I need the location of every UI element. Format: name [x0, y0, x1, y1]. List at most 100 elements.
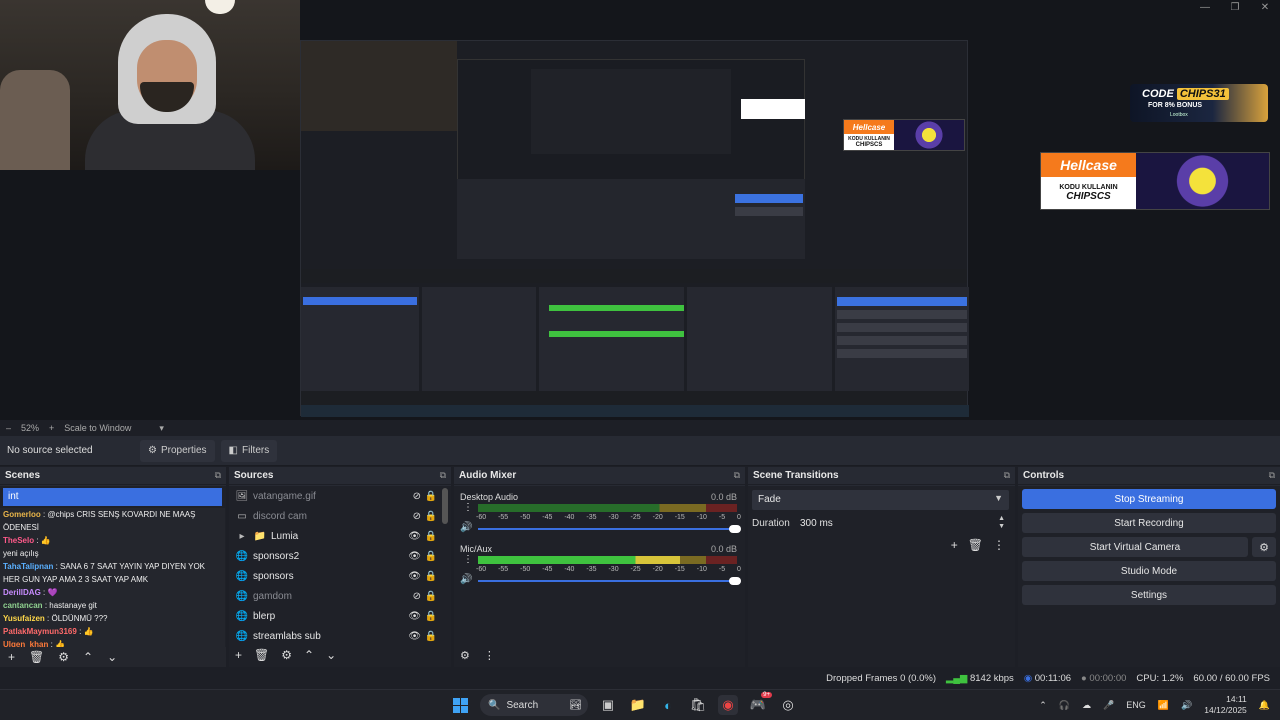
- scrollbar[interactable]: [442, 488, 448, 524]
- studio-mode-button[interactable]: Studio Mode: [1022, 561, 1276, 581]
- duration-input[interactable]: 300 ms ▲ ▼: [794, 514, 1009, 534]
- expand-icon[interactable]: ▸: [235, 531, 249, 542]
- eye-hidden-icon[interactable]: ⊘: [413, 591, 421, 602]
- lock-icon[interactable]: 🔒: [425, 611, 437, 622]
- file-explorer-icon[interactable]: 📁: [628, 695, 648, 715]
- transition-tools: + 🗑 ⋮: [951, 538, 1005, 552]
- chat-message: HER GUN YAP AMA 2 3 SAAT YAP AMK: [0, 573, 225, 586]
- stop-streaming-button[interactable]: Stop Streaming: [1022, 489, 1276, 509]
- channel-db: 0.0 dB: [710, 492, 737, 502]
- language-indicator[interactable]: ENG: [1126, 700, 1146, 710]
- edge-icon[interactable]: ◐: [658, 695, 678, 715]
- task-view-icon[interactable]: ▣: [598, 695, 618, 715]
- source-properties-button[interactable]: ⚙: [281, 648, 292, 662]
- lock-icon[interactable]: 🔒: [425, 591, 437, 602]
- add-transition-button[interactable]: +: [951, 538, 958, 552]
- zoom-in-button[interactable]: +: [49, 423, 54, 433]
- eye-icon[interactable]: 👁: [408, 631, 421, 642]
- more-menu-icon[interactable]: ⋮: [993, 538, 1005, 552]
- cloud-icon[interactable]: ☁: [1082, 700, 1091, 711]
- more-menu-icon[interactable]: ⋮: [484, 649, 495, 662]
- store-icon[interactable]: 🛍: [688, 695, 708, 715]
- start-button[interactable]: [450, 695, 470, 715]
- source-item[interactable]: 🌐 sponsors2 👁 🔒: [229, 546, 451, 566]
- eye-hidden-icon[interactable]: ⊘: [413, 491, 421, 502]
- virtual-camera-settings-icon[interactable]: ⚙: [1252, 537, 1276, 557]
- discord-tray-icon[interactable]: 🎧: [1059, 700, 1070, 711]
- lock-icon[interactable]: 🔒: [425, 631, 437, 642]
- chevron-down-icon[interactable]: ▾: [159, 423, 164, 434]
- add-scene-button[interactable]: +: [8, 650, 15, 664]
- chevron-up-icon[interactable]: ⌃: [83, 650, 93, 664]
- eye-icon[interactable]: 👁: [408, 571, 421, 582]
- maximize-icon[interactable]: ❐: [1220, 0, 1250, 14]
- dock-title: Controls: [1023, 470, 1065, 481]
- eye-icon[interactable]: 👁: [408, 531, 421, 542]
- scale-tick: -40: [564, 514, 575, 521]
- more-menu-icon[interactable]: ⋮: [463, 554, 473, 565]
- notification-icon[interactable]: 🔔: [1259, 700, 1270, 711]
- minimize-icon[interactable]: —: [1190, 0, 1220, 14]
- chevron-down-icon[interactable]: ⌄: [107, 650, 117, 664]
- obs-icon[interactable]: ◎: [778, 695, 798, 715]
- start-virtual-camera-button[interactable]: Start Virtual Camera: [1022, 537, 1248, 557]
- undock-icon[interactable]: ⧉: [1004, 470, 1010, 481]
- spinner-icon[interactable]: ▲ ▼: [998, 515, 1005, 531]
- undock-icon[interactable]: ⧉: [215, 470, 221, 481]
- chat-message: Ulgen_khan : 👍: [0, 638, 225, 647]
- browser-icon: 🌐: [235, 550, 249, 562]
- lock-icon[interactable]: 🔒: [425, 571, 437, 582]
- add-source-button[interactable]: +: [235, 648, 242, 662]
- nested-obs-capture: Hellcase KODU KULLANIN CHIPSCS: [300, 40, 969, 417]
- undock-icon[interactable]: ⧉: [734, 470, 740, 481]
- properties-button[interactable]: ⚙ Properties: [140, 439, 215, 462]
- source-item[interactable]: ▭ discord cam ⊘ 🔒: [229, 506, 451, 526]
- chrome-icon[interactable]: ◉: [718, 695, 738, 715]
- advanced-audio-icon[interactable]: ⚙: [460, 649, 470, 662]
- more-menu-icon[interactable]: ⋮: [463, 502, 473, 513]
- start-recording-button[interactable]: Start Recording: [1022, 513, 1276, 533]
- discord-icon[interactable]: 🎮 9+: [748, 692, 772, 715]
- scale-tick: -25: [630, 514, 641, 521]
- microphone-icon[interactable]: 🎤: [1103, 700, 1114, 711]
- zoom-out-button[interactable]: –: [6, 423, 11, 433]
- lock-icon[interactable]: 🔒: [425, 531, 437, 542]
- scale-mode-select[interactable]: Scale to Window: [64, 423, 131, 433]
- source-name: streamlabs sub: [253, 630, 321, 642]
- source-item[interactable]: 🖼 vatangame.gif ⊘ 🔒: [229, 486, 451, 506]
- preview-canvas[interactable]: — ❐ ✕ Hellcase KODU KULLANIN CHIPSCS Hel…: [0, 0, 1280, 420]
- wifi-icon[interactable]: 📶: [1158, 700, 1169, 711]
- volume-icon[interactable]: 🔊: [1181, 700, 1192, 711]
- undock-icon[interactable]: ⧉: [440, 470, 446, 481]
- clock[interactable]: 14:11 14/12/2025: [1204, 694, 1247, 716]
- source-item[interactable]: 🌐 sponsors 👁 🔒: [229, 566, 451, 586]
- remove-scene-button[interactable]: 🗑: [29, 650, 44, 664]
- eye-icon[interactable]: 👁: [408, 611, 421, 622]
- close-icon[interactable]: ✕: [1250, 0, 1280, 14]
- remove-source-button[interactable]: 🗑: [254, 648, 269, 662]
- move-down-button[interactable]: ⌄: [326, 648, 336, 662]
- speaker-icon[interactable]: 🔊: [460, 574, 472, 585]
- filters-button[interactable]: ◧ Filters: [220, 439, 278, 462]
- undock-icon[interactable]: ⧉: [1269, 470, 1275, 481]
- eye-icon[interactable]: 👁: [408, 551, 421, 562]
- source-item[interactable]: 🌐 gamdom ⊘ 🔒: [229, 586, 451, 606]
- volume-slider[interactable]: [478, 577, 741, 585]
- eye-hidden-icon[interactable]: ⊘: [413, 511, 421, 522]
- volume-slider[interactable]: [478, 525, 741, 533]
- chevron-up-icon[interactable]: ⌃: [1039, 700, 1047, 711]
- source-item[interactable]: 🌐 blerp 👁 🔒: [229, 606, 451, 626]
- move-up-button[interactable]: ⌃: [304, 648, 314, 662]
- lock-icon[interactable]: 🔒: [425, 551, 437, 562]
- source-item[interactable]: ▸ 📁 Lumia 👁 🔒: [229, 526, 451, 546]
- speaker-icon[interactable]: 🔊: [460, 522, 472, 533]
- scene-item-int[interactable]: int: [3, 488, 222, 506]
- scale-tick: -45: [542, 514, 553, 521]
- remove-transition-button[interactable]: 🗑: [968, 538, 983, 552]
- settings-button[interactable]: Settings: [1022, 585, 1276, 605]
- lock-icon[interactable]: 🔒: [425, 491, 437, 502]
- lock-icon[interactable]: 🔒: [425, 511, 437, 522]
- taskbar-search[interactable]: 🔍 Search 🏞: [480, 694, 588, 716]
- transition-select[interactable]: Fade ▼: [752, 490, 1009, 510]
- scene-filters-button[interactable]: ⚙: [58, 650, 69, 664]
